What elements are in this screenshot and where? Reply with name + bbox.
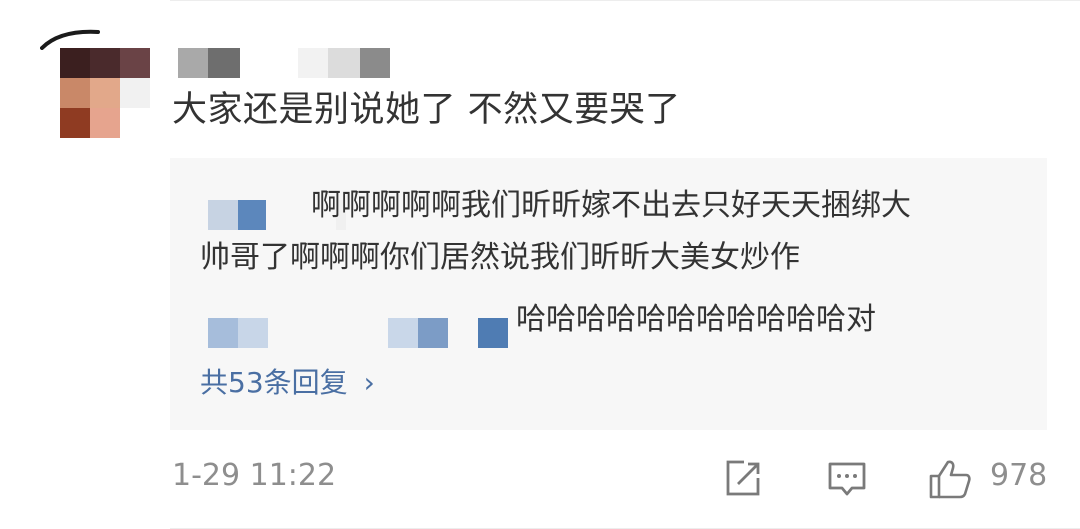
reply-author-redacted[interactable]: [208, 318, 508, 348]
comment-timestamp: 1-29 11:22: [172, 458, 337, 493]
avatar-image: [60, 48, 150, 138]
more-replies-link[interactable]: 共53条回复 ›: [200, 361, 375, 395]
avatar[interactable]: [40, 28, 150, 140]
reply-text-line2: 帅哥了啊啊啊你们居然说我们昕昕大美女炒作: [200, 240, 800, 275]
reply-author-redacted[interactable]: [208, 200, 346, 230]
hair-stroke: [40, 29, 100, 50]
reply-button[interactable]: [826, 458, 868, 500]
reply-text-2: 哈哈哈哈哈哈哈哈哈哈哈对: [516, 302, 876, 337]
share-icon: [726, 460, 760, 496]
like-count: 978: [990, 458, 1048, 493]
like-button[interactable]: [928, 458, 971, 500]
more-replies-label: 共53条回复: [200, 366, 348, 395]
share-button[interactable]: [722, 458, 764, 500]
comment-text: 大家还是别说她了 不然又要哭了: [172, 90, 681, 130]
comment-icon: [828, 462, 866, 496]
reply-text-line1: 啊啊啊啊啊我们昕昕嫁不出去只好天天捆绑大: [311, 188, 911, 223]
chevron-right-icon: ›: [363, 366, 375, 395]
top-divider: [170, 0, 1080, 1]
username-redacted[interactable]: [178, 48, 398, 80]
reply-box[interactable]: 啊啊啊啊啊我们昕昕嫁不出去只好天天捆绑大 帅哥了啊啊啊你们居然说我们昕昕大美女炒…: [170, 158, 1047, 430]
thumbs-up-icon: [929, 460, 971, 499]
